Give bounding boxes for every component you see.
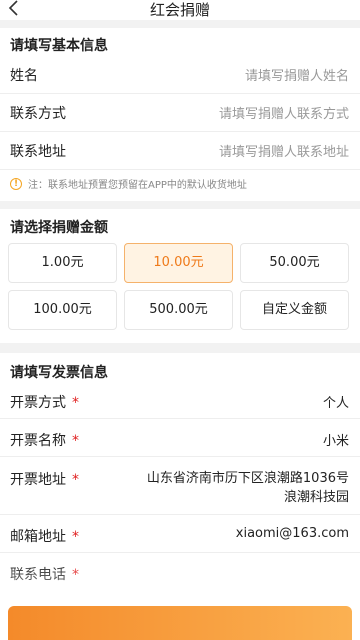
nav-bar: 红会捐赠 (0, 0, 360, 20)
info-icon: ! (10, 177, 22, 190)
amount-option-custom[interactable]: 自定义金额 (240, 290, 349, 330)
invoice-name-value[interactable]: 小米 (323, 430, 349, 449)
invoice-type-row[interactable]: 开票方式 * 个人 (0, 383, 360, 419)
invoice-email-value[interactable]: xiaomi@163.com (236, 526, 349, 541)
field-contact-label: 联系方式 (10, 106, 66, 122)
invoice-name-row[interactable]: 开票名称 * 小米 (0, 419, 360, 457)
invoice-phone-label: 联系电话 * (10, 567, 79, 583)
amount-option-50[interactable]: 50.00元 (240, 243, 349, 283)
field-address-row[interactable]: 联系地址 请填写捐赠人联系地址 (0, 132, 360, 170)
invoice-address-value[interactable]: 山东省济南市历下区浪潮路1036号 浪潮科技园 (147, 469, 349, 507)
field-contact-input[interactable]: 请填写捐赠人联系方式 (219, 103, 349, 122)
field-address-input[interactable]: 请填写捐赠人联系地址 (219, 141, 349, 160)
invoice-type-value[interactable]: 个人 (323, 392, 349, 411)
invoice-phone-row[interactable]: 联系电话 * (0, 553, 360, 591)
invoice-address-label: 开票地址 * (10, 472, 79, 488)
submit-button[interactable] (8, 606, 352, 640)
invoice-card: 请填写发票信息 开票方式 * 个人 开票名称 * 小米 开票地址 * 山东省济南市历下… (0, 353, 360, 640)
address-note: ! 注：联系地址预置您预留在APP中的默认收货地址 (10, 176, 247, 191)
amount-option-10-selected[interactable]: 10.00元 (124, 243, 233, 283)
invoice-title: 请填写发票信息 (10, 365, 108, 381)
address-note-text: 注：联系地址预置您预留在APP中的默认收货地址 (28, 180, 247, 191)
field-contact-row[interactable]: 联系方式 请填写捐赠人联系方式 (0, 94, 360, 132)
field-address-label: 联系地址 (10, 144, 66, 160)
amount-option-1[interactable]: 1.00元 (8, 243, 117, 283)
invoice-address-row[interactable]: 开票地址 * 山东省济南市历下区浪潮路1036号 浪潮科技园 (0, 457, 360, 515)
invoice-name-label: 开票名称 * (10, 433, 79, 449)
invoice-email-label: 邮箱地址 * (10, 529, 79, 545)
amount-option-500[interactable]: 500.00元 (124, 290, 233, 330)
invoice-email-row[interactable]: 邮箱地址 * xiaomi@163.com (0, 515, 360, 553)
basic-info-title: 请填写基本信息 (10, 38, 108, 54)
page-title: 红会捐赠 (149, 1, 210, 19)
amount-option-100[interactable]: 100.00元 (8, 290, 117, 330)
donation-page: 红会捐赠 请填写基本信息 姓名 请填写捐赠人姓名 联系方式 请填写捐赠人联系方式… (0, 0, 360, 640)
amount-title: 请选择捐赠金额 (10, 220, 108, 236)
amount-card: 请选择捐赠金额 1.00元 10.00元 50.00元 100.00元 500.… (0, 209, 360, 343)
field-name-row[interactable]: 姓名 请填写捐赠人姓名 (0, 56, 360, 94)
invoice-type-label: 开票方式 * (10, 395, 79, 411)
field-name-input[interactable]: 请填写捐赠人姓名 (245, 65, 349, 84)
field-name-label: 姓名 (10, 68, 38, 84)
